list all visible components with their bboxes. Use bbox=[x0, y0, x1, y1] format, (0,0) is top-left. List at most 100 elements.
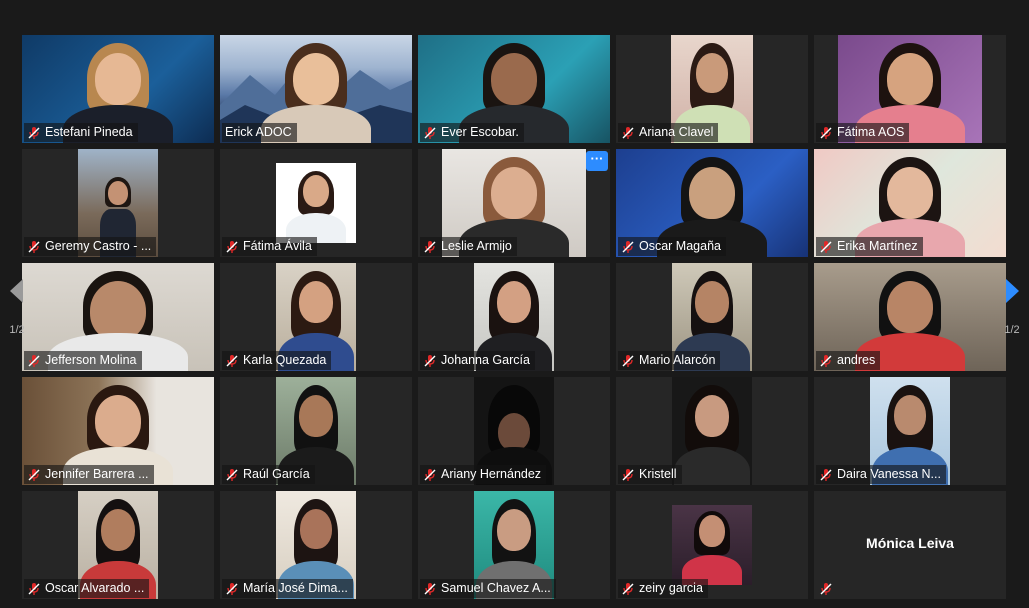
participant-nametag: Estefani Pineda bbox=[24, 123, 138, 142]
participant-name: Johanna García bbox=[441, 353, 530, 367]
chevron-right-icon bbox=[1006, 279, 1019, 303]
participant-nametag: Leslie Armijo bbox=[420, 237, 517, 256]
participant-tile[interactable]: ··· Leslie Armijo bbox=[418, 149, 610, 257]
muted-mic-icon bbox=[226, 582, 238, 595]
participant-tile[interactable]: andres bbox=[814, 263, 1006, 371]
participant-tile[interactable]: Erika Martínez bbox=[814, 149, 1006, 257]
participant-tile[interactable]: Kristell bbox=[616, 377, 808, 485]
participant-tile[interactable]: Ever Escobar. bbox=[418, 35, 610, 143]
participant-name: Ariany Hernández bbox=[441, 467, 542, 481]
participant-nametag: Ariany Hernández bbox=[420, 465, 547, 484]
previous-page-button[interactable]: 1/2 bbox=[2, 276, 32, 360]
participant-tile[interactable]: Ariana Clavel bbox=[616, 35, 808, 143]
muted-mic-icon bbox=[28, 468, 40, 481]
page-indicator: 1/2 bbox=[9, 324, 25, 336]
participant-name: María José Dima... bbox=[243, 581, 348, 595]
participant-nametag: Johanna García bbox=[420, 351, 535, 370]
chevron-left-icon bbox=[10, 279, 23, 303]
participant-nametag: Mario Alarcón bbox=[618, 351, 721, 370]
participant-name-centered: Mónica Leiva bbox=[866, 535, 954, 551]
participant-name: Mario Alarcón bbox=[639, 353, 716, 367]
participant-video bbox=[672, 377, 752, 485]
participant-nametag: Jefferson Molina bbox=[24, 351, 142, 370]
muted-mic-icon bbox=[622, 582, 634, 595]
participant-nametag: Ever Escobar. bbox=[420, 123, 524, 142]
participant-photo bbox=[276, 163, 356, 243]
participant-nametag: Karla Quezada bbox=[222, 351, 332, 370]
participant-name: Erika Martínez bbox=[837, 239, 918, 253]
participant-tile[interactable]: Fátima Ávila bbox=[220, 149, 412, 257]
muted-mic-icon bbox=[424, 354, 436, 367]
participant-tile[interactable]: Jefferson Molina bbox=[22, 263, 214, 371]
participant-tile[interactable]: Johanna García bbox=[418, 263, 610, 371]
participant-nametag: Oscar Alvarado ... bbox=[24, 579, 150, 598]
participant-name: Fátima AOS bbox=[837, 125, 905, 139]
participant-name: Kristell bbox=[639, 467, 677, 481]
gallery-grid: Estefani Pineda Erick ADOC Ever Escobar. bbox=[22, 35, 1006, 599]
participant-tile[interactable]: Geremy Castro - ... bbox=[22, 149, 214, 257]
participant-name: Oscar Alvarado ... bbox=[45, 581, 145, 595]
participant-nametag: andres bbox=[816, 351, 881, 370]
next-page-button[interactable]: 1/2 bbox=[997, 276, 1027, 360]
participant-tile[interactable]: Samuel Chavez A... bbox=[418, 491, 610, 599]
participant-name: Erick ADOC bbox=[225, 125, 292, 139]
participant-name: zeiry garcia bbox=[639, 581, 703, 595]
participant-tile[interactable]: Karla Quezada bbox=[220, 263, 412, 371]
muted-mic-icon bbox=[820, 354, 832, 367]
more-options-button[interactable]: ··· bbox=[586, 151, 608, 171]
muted-mic-icon bbox=[820, 583, 832, 595]
participant-tile[interactable]: Fátima AOS bbox=[814, 35, 1006, 143]
muted-mic-icon bbox=[28, 582, 40, 595]
participant-nametag: Erick ADOC bbox=[222, 123, 297, 142]
muted-mic-icon bbox=[820, 240, 832, 253]
participant-name: Leslie Armijo bbox=[441, 239, 512, 253]
participant-name: Samuel Chavez A... bbox=[441, 581, 551, 595]
muted-mic-icon bbox=[820, 126, 832, 139]
muted-mic-icon bbox=[28, 240, 40, 253]
muted-mic-icon bbox=[424, 126, 436, 139]
participant-name: Daira Vanessa N... bbox=[837, 467, 941, 481]
participant-tile[interactable]: Ariany Hernández bbox=[418, 377, 610, 485]
participant-name: Karla Quezada bbox=[243, 353, 327, 367]
participant-tile[interactable]: Daira Vanessa N... bbox=[814, 377, 1006, 485]
muted-mic-icon bbox=[424, 468, 436, 481]
participant-nametag: María José Dima... bbox=[222, 579, 353, 598]
participant-name: andres bbox=[837, 353, 876, 367]
participant-tile[interactable]: Jennifer Barrera ... bbox=[22, 377, 214, 485]
participant-name: Fátima Ávila bbox=[243, 239, 312, 253]
participant-tile[interactable]: Oscar Magaña bbox=[616, 149, 808, 257]
muted-mic-icon bbox=[424, 582, 436, 595]
participant-tile[interactable]: zeiry garcia bbox=[616, 491, 808, 599]
participant-name: Jefferson Molina bbox=[45, 353, 137, 367]
participant-nametag: Ariana Clavel bbox=[618, 123, 719, 142]
participant-nametag: Kristell bbox=[618, 465, 682, 484]
participant-name: Oscar Magaña bbox=[639, 239, 721, 253]
participant-tile-active-speaker[interactable]: Erick ADOC bbox=[220, 35, 412, 143]
participant-nametag: Daira Vanessa N... bbox=[816, 465, 946, 484]
participant-nametag: Oscar Magaña bbox=[618, 237, 726, 256]
participant-photo bbox=[672, 505, 752, 585]
page-indicator: 1/2 bbox=[1004, 324, 1020, 336]
participant-nametag: Jennifer Barrera ... bbox=[24, 465, 154, 484]
participant-tile-video-off[interactable]: Mónica Leiva bbox=[814, 491, 1006, 599]
participant-nametag: zeiry garcia bbox=[618, 579, 708, 598]
participant-nametag: Fátima Ávila bbox=[222, 237, 317, 256]
participant-name: Ariana Clavel bbox=[639, 125, 714, 139]
muted-mic-icon bbox=[820, 468, 832, 481]
muted-mic-icon bbox=[622, 468, 634, 481]
participant-tile[interactable]: Estefani Pineda bbox=[22, 35, 214, 143]
participant-tile[interactable]: Oscar Alvarado ... bbox=[22, 491, 214, 599]
participant-nametag: Erika Martínez bbox=[816, 237, 923, 256]
participant-tile[interactable]: Mario Alarcón bbox=[616, 263, 808, 371]
participant-nametag: Samuel Chavez A... bbox=[420, 579, 556, 598]
muted-mic-icon bbox=[226, 468, 238, 481]
participant-name: Estefani Pineda bbox=[45, 125, 133, 139]
participant-name: Jennifer Barrera ... bbox=[45, 467, 149, 481]
participant-tile[interactable]: Raúl García bbox=[220, 377, 412, 485]
muted-mic-icon bbox=[622, 126, 634, 139]
participant-nametag: Fátima AOS bbox=[816, 123, 910, 142]
participant-tile[interactable]: María José Dima... bbox=[220, 491, 412, 599]
participant-name: Raúl García bbox=[243, 467, 310, 481]
participant-nametag: Geremy Castro - ... bbox=[24, 237, 157, 256]
muted-mic-icon bbox=[424, 240, 436, 253]
